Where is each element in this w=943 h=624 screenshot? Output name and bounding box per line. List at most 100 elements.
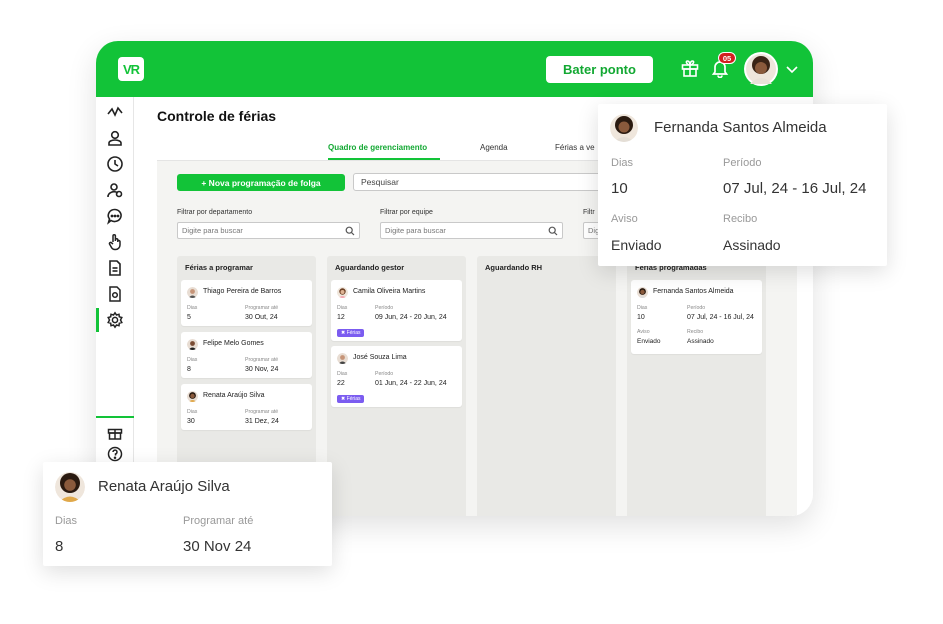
tab-agenda[interactable]: Agenda [480,143,508,152]
popup-value: Enviado [611,237,662,253]
notification-badge: 05 [718,52,736,64]
gift-icon[interactable] [106,423,124,441]
settings-icon[interactable] [106,311,124,329]
card-value: 01 Jun, 24 - 22 Jun, 24 [375,380,447,387]
filter-department-label: Filtrar por departamento [177,209,253,216]
chevron-down-icon[interactable] [785,63,799,75]
card-label: Programar até [245,305,279,311]
vacation-card[interactable]: Thiago Pereira de Barros Dias Programar … [181,280,312,326]
card-value: Assinado [687,338,714,345]
popup-value: 8 [55,538,64,555]
popup-name: Renata Araújo Silva [98,478,230,495]
card-label: Aviso [637,329,650,335]
search-icon [548,226,558,236]
card-name: Felipe Melo Gomes [203,340,264,347]
popup-label: Dias [55,515,78,527]
gift-icon[interactable] [680,58,700,78]
column-ferias-programadas: Férias programadas Fernanda Santos Almei… [627,256,766,516]
user-icon[interactable] [106,129,124,147]
avatar [187,391,198,402]
card-name: Thiago Pereira de Barros [203,288,282,295]
search-input[interactable]: Pesquisar [353,173,613,191]
card-value: 09 Jun, 24 - 20 Jun, 24 [375,314,447,321]
vacation-card[interactable]: Felipe Melo Gomes Dias Programar até 8 3… [181,332,312,378]
card-name: José Souza Lima [353,354,407,361]
column-title: Férias a programar [185,263,253,272]
ferias-tag[interactable]: ✖ Férias [337,329,365,337]
user-avatar[interactable] [744,52,778,86]
avatar [337,353,348,364]
card-value: 30 Out, 24 [245,314,278,321]
card-label: Dias [337,305,348,311]
card-value: 31 Dez, 24 [245,418,279,425]
clock-icon[interactable] [106,155,124,173]
avatar [610,114,638,142]
filter-department-input[interactable]: Digite para buscar [177,222,360,239]
card-label: Período [375,371,394,377]
popup-label: Recibo [723,213,758,225]
vacation-card[interactable]: José Souza Lima Dias Período 22 01 Jun, … [331,346,462,407]
vacation-card[interactable]: Fernanda Santos Almeida Dias Período 10 … [631,280,762,354]
user-avatar-image [746,54,776,84]
tab-ferias-vencer[interactable]: Férias a ve [555,143,595,152]
popup-value: 30 Nov 24 [183,538,252,555]
card-label: Período [375,305,394,311]
stage: VR Bater ponto 05 Controle de férias Qua… [0,0,943,624]
card-label: Recibo [687,329,704,335]
card-label: Dias [337,371,348,377]
popup-label: Programar até [183,515,254,527]
popup-card-fernanda: Fernanda Santos Almeida Dias Período 10 … [598,104,887,266]
ferias-tag[interactable]: ✖ Férias [337,395,365,403]
filter-team-input[interactable]: Digite para buscar [380,222,563,239]
card-label: Dias [187,409,198,415]
card-label: Período [687,305,706,311]
popup-card-renata: Renata Araújo Silva Dias Programar até 8… [43,462,332,566]
card-label: Programar até [245,357,279,363]
popup-name: Fernanda Santos Almeida [654,119,827,136]
sidebar-divider [96,416,134,418]
popup-value: 10 [611,180,628,197]
users-settings-icon[interactable] [106,181,124,199]
popup-label: Período [723,157,762,169]
top-bar: VR Bater ponto 05 [96,41,813,97]
sidebar-active-indicator [96,308,99,332]
popup-label: Dias [611,157,634,169]
document-icon[interactable] [106,259,124,277]
page-title: Controle de férias [157,108,277,124]
card-value: 30 Nov, 24 [245,366,279,373]
card-value: Enviado [637,338,661,345]
avatar [187,339,198,350]
search-icon [345,226,355,236]
vacation-card[interactable]: Renata Araújo Silva Dias Programar até 3… [181,384,312,430]
gear-doc-icon[interactable] [106,285,124,303]
card-value: 8 [187,366,191,373]
popup-value: 07 Jul, 24 - 16 Jul, 24 [723,180,867,197]
chat-icon[interactable] [106,207,124,225]
filter-third-label: Filtr [583,209,595,216]
card-value: 30 [187,418,195,425]
card-value: 12 [337,314,345,321]
filter-department-placeholder: Digite para buscar [182,226,243,235]
bater-ponto-button[interactable]: Bater ponto [546,56,653,83]
vr-logo[interactable]: VR [118,57,144,81]
card-label: Dias [187,357,198,363]
filter-team-placeholder: Digite para buscar [385,226,446,235]
card-name: Camila Oliveira Martins [353,288,426,295]
card-name: Fernanda Santos Almeida [653,288,734,295]
hand-pointer-icon[interactable] [106,233,124,251]
column-title: Aguardando RH [485,263,543,272]
active-tab-indicator [328,158,440,160]
card-label: Programar até [245,409,279,415]
help-icon[interactable] [106,445,124,463]
avatar [337,287,348,298]
card-value: 22 [337,380,345,387]
vacation-card[interactable]: Camila Oliveira Martins Dias Período 12 … [331,280,462,341]
tab-quadro[interactable]: Quadro de gerenciamento [328,143,427,152]
avatar [187,287,198,298]
new-schedule-button[interactable]: + Nova programação de folga [177,174,345,191]
activity-icon[interactable] [106,103,124,121]
column-title: Aguardando gestor [335,263,405,272]
card-value: 10 [637,314,645,321]
avatar [55,472,85,502]
card-value: 5 [187,314,191,321]
